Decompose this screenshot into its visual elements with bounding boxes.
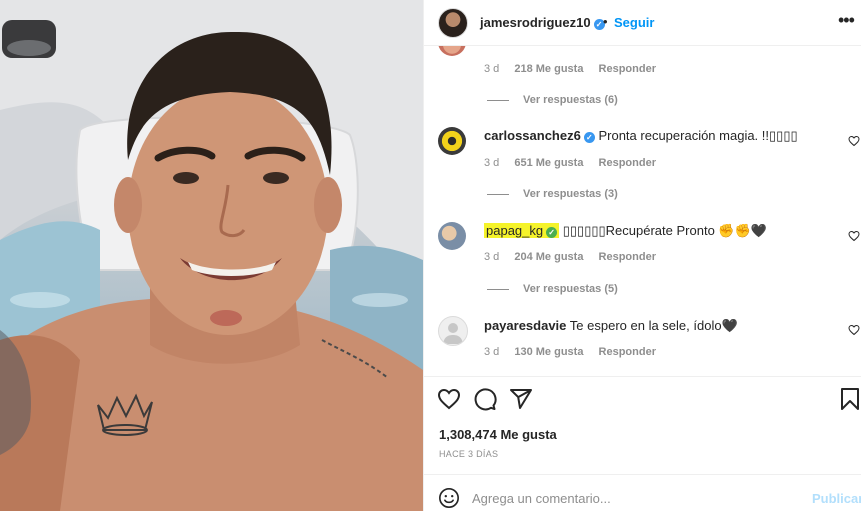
comment-composer: Publicar [424,474,861,512]
verified-badge-icon: ✓ [583,132,595,143]
default-user-icon [443,323,463,344]
comment-likes[interactable]: 204 Me gusta [514,251,583,263]
heart-icon[interactable] [437,387,461,411]
selfie-image [0,0,423,511]
commenter-avatar[interactable] [438,222,466,250]
author-avatar[interactable] [438,8,468,38]
comment-age: 3 d [484,63,500,75]
comment-meta: 3 d 204 Me gusta Responder [484,251,668,263]
comment-username[interactable]: payaresdavie [484,318,566,333]
comment-body: Te espero en la sele, ídolo🖤 [569,318,738,333]
comments-list[interactable]: 3 d 218 Me gusta Responder Ver respuesta… [424,46,861,376]
highlighted-username: papag_kg ✓ [484,223,560,238]
comment-username[interactable]: carlossanchez6 [484,128,581,143]
comment-meta: 3 d 130 Me gusta Responder [484,346,668,358]
likes-count[interactable]: 1,308,474 Me gusta [439,427,557,442]
replies-divider [487,288,509,290]
comment-input[interactable] [472,488,802,508]
follow-button[interactable]: Seguir [614,15,654,30]
header-separator: • [603,14,608,29]
emoji-icon[interactable] [438,487,460,509]
author-username[interactable]: jamesrodriguez10 ✓ [480,15,605,30]
comment-icon[interactable] [473,387,497,411]
comment-meta: 3 d 218 Me gusta Responder [484,63,668,75]
post-side-panel: jamesrodriguez10 ✓ • Seguir ••• 3 d 218 M… [423,0,861,511]
comment-likes[interactable]: 218 Me gusta [514,63,583,75]
like-comment-heart-icon[interactable] [848,324,860,336]
share-icon[interactable] [509,387,533,411]
comment-age: 3 d [484,157,500,169]
like-comment-heart-icon[interactable] [848,135,860,147]
comment-likes[interactable]: 130 Me gusta [514,346,583,358]
comment-text: papag_kg ✓ ▯▯▯▯▯▯Recupérate Pronto ✊✊🖤 [484,223,767,239]
replies-divider [487,193,509,195]
publish-button[interactable]: Publicar [812,491,861,506]
bookmark-icon[interactable] [838,387,861,411]
post-photo[interactable] [0,0,423,511]
replies-divider [487,99,509,101]
comment-age: 3 d [484,346,500,358]
commenter-avatar[interactable] [438,127,466,155]
comment-age: 3 d [484,251,500,263]
comment-text: payaresdavie Te espero en la sele, ídolo… [484,318,738,334]
reply-button[interactable]: Responder [599,346,656,358]
view-replies-button[interactable]: Ver respuestas (6) [487,94,618,106]
view-replies-button[interactable]: Ver respuestas (5) [487,283,618,295]
like-comment-heart-icon[interactable] [848,230,860,242]
post-timestamp[interactable]: HACE 3 DÍAS [439,449,498,459]
view-replies-button[interactable]: Ver respuestas (3) [487,188,618,200]
reply-button[interactable]: Responder [599,251,656,263]
reply-button[interactable]: Responder [599,63,656,75]
comment-text: carlossanchez6 ✓ Pronta recuperación magi… [484,128,798,144]
comment-meta: 3 d 651 Me gusta Responder [484,157,668,169]
commenter-avatar[interactable] [438,46,466,56]
post-header: jamesrodriguez10 ✓ • Seguir ••• [424,0,861,46]
comment-likes[interactable]: 651 Me gusta [514,157,583,169]
comment-body: ▯▯▯▯▯▯Recupérate Pronto ✊✊🖤 [562,223,767,238]
commenter-avatar[interactable] [438,316,468,346]
comment-username[interactable]: papag_kg [486,223,543,238]
comment-body: Pronta recuperación magia. !!▯▯▯▯ [598,128,798,143]
more-options-icon[interactable]: ••• [838,10,855,31]
post-actions: 1,308,474 Me gusta HACE 3 DÍAS [424,376,861,475]
reply-button[interactable]: Responder [599,157,656,169]
verified-badge-icon: ✓ [546,227,558,238]
